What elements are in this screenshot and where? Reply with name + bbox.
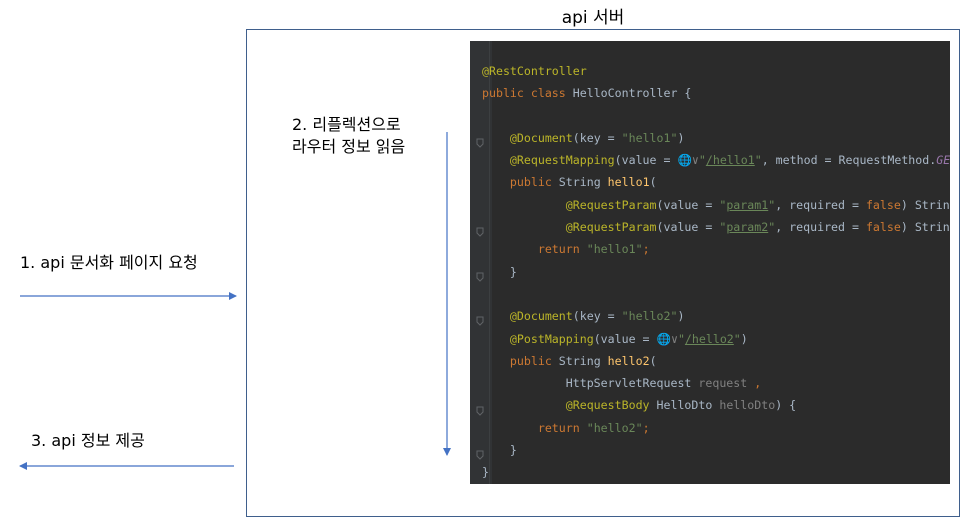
code-line: public String hello2( bbox=[482, 350, 950, 372]
code-token: "hello1" bbox=[586, 242, 643, 257]
code-line: @Document(key = "hello1") bbox=[482, 127, 950, 149]
code-token: 🌐∨ bbox=[677, 153, 699, 168]
code-token: return bbox=[537, 242, 587, 257]
code-line: } bbox=[482, 439, 950, 461]
code-line: return "hello2"; bbox=[482, 417, 950, 439]
code-token: HelloController { bbox=[572, 86, 692, 101]
code-token: @RequestParam bbox=[565, 197, 657, 212]
code-line: } bbox=[482, 461, 950, 483]
code-token: } bbox=[482, 465, 489, 480]
code-token: ) { bbox=[775, 398, 797, 413]
code-token: " bbox=[733, 331, 741, 346]
code-line: public String hello1( bbox=[482, 171, 950, 193]
code-token: , required = bbox=[775, 220, 866, 235]
code-token: param2 bbox=[726, 220, 769, 235]
code-editor-screenshot: @RestController public class HelloControl… bbox=[470, 41, 950, 484]
code-token: , bbox=[747, 376, 762, 391]
code-line: @RestController bbox=[482, 60, 950, 82]
code-token: } bbox=[482, 443, 517, 458]
code-line: @RequestMapping(value = 🌐∨"/hello1", met… bbox=[482, 149, 950, 171]
code-token: (value = bbox=[614, 153, 678, 168]
code-token: @Document bbox=[509, 309, 573, 324]
code-token: @RequestBody bbox=[565, 398, 650, 413]
code-token: 🌐∨ bbox=[656, 331, 678, 346]
code-token: hello2 bbox=[607, 353, 650, 368]
code-token: ; bbox=[642, 420, 650, 435]
code-line: @PostMapping(value = 🌐∨"/hello2") bbox=[482, 328, 950, 350]
code-line: @RequestBody HelloDto helloDto) { bbox=[482, 394, 950, 416]
code-token: ) bbox=[677, 130, 685, 145]
code-line: @Document(key = "hello2") bbox=[482, 305, 950, 327]
code-token: public bbox=[509, 353, 559, 368]
code-token: /hello2 bbox=[684, 331, 734, 346]
code-block: @RestController public class HelloControl… bbox=[482, 60, 950, 484]
code-token: String bbox=[558, 175, 608, 190]
code-token: ) String bbox=[900, 197, 950, 212]
code-token: helloDto bbox=[719, 398, 776, 413]
code-token: " bbox=[698, 153, 706, 168]
code-line: public class HelloController { bbox=[482, 82, 950, 104]
code-line: HttpServletRequest request , bbox=[482, 372, 950, 394]
code-token: "hello1" bbox=[621, 130, 678, 145]
code-line: } bbox=[482, 261, 950, 283]
code-token: " bbox=[677, 331, 685, 346]
code-token: @PostMapping bbox=[509, 331, 594, 346]
code-token: (value = bbox=[656, 197, 720, 212]
code-token: @RestController bbox=[482, 64, 587, 78]
code-token: (key = bbox=[572, 309, 622, 324]
code-token: "hello2" bbox=[621, 309, 678, 324]
code-token: @Document bbox=[509, 130, 573, 145]
code-token: @RequestParam bbox=[565, 220, 657, 235]
code-token: false bbox=[865, 197, 901, 212]
code-token: request bbox=[698, 376, 748, 391]
code-token: false bbox=[865, 220, 901, 235]
code-token: (key = bbox=[572, 130, 622, 145]
code-token: ; bbox=[642, 242, 650, 257]
code-token: ) String bbox=[900, 220, 950, 235]
code-token: (value = bbox=[656, 220, 720, 235]
code-token: public class bbox=[482, 86, 573, 101]
code-token: return bbox=[537, 420, 587, 435]
code-token: , method = RequestMethod. bbox=[761, 153, 937, 168]
code-token: (value = bbox=[593, 331, 657, 346]
code-token: ) bbox=[740, 331, 748, 346]
code-token: HelloDto bbox=[649, 398, 720, 413]
code-token: "hello2" bbox=[586, 420, 643, 435]
code-token: HttpServletRequest bbox=[482, 376, 699, 391]
code-token: ( bbox=[649, 353, 657, 368]
code-token: ) bbox=[677, 309, 685, 324]
code-token: param1 bbox=[726, 197, 769, 212]
code-line: @RequestParam(value = "param1", required… bbox=[482, 194, 950, 216]
code-line: return "hello1"; bbox=[482, 238, 950, 260]
code-token: } bbox=[482, 264, 517, 279]
code-token: ( bbox=[649, 175, 657, 190]
code-token: hello1 bbox=[607, 175, 650, 190]
code-token: /hello1 bbox=[705, 153, 755, 168]
code-token: String bbox=[558, 353, 608, 368]
code-token: " bbox=[754, 153, 762, 168]
code-token: GET bbox=[936, 153, 950, 168]
code-token: , required = bbox=[775, 197, 866, 212]
code-line: @RequestParam(value = "param2", required… bbox=[482, 216, 950, 238]
code-token: @RequestMapping bbox=[509, 153, 615, 168]
code-token: public bbox=[509, 175, 559, 190]
